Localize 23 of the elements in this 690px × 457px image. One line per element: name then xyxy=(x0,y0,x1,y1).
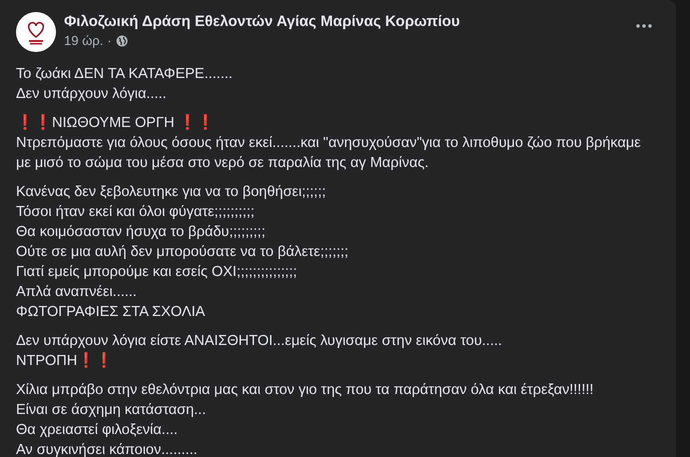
separator: · xyxy=(107,33,112,49)
post-text-line: ❗❗ΝΙΩΘΟΥΜΕ ΟΡΓΗ ❗❗ xyxy=(16,113,216,133)
post-text-line: Δεν υπάρχουν λόγια είστε ΑΝΑΙΣΘΗΤΟΙ...εμείς λυγισαμε στην εικόνα του..... xyxy=(16,332,504,351)
post-text-line: ΦΩΤΟΓΡΑΦΙΕΣ ΣΤΑ ΣΧΟΛΙΑ xyxy=(16,303,206,322)
post-text-line: ΝΤΡΟΠΗ❗❗ xyxy=(16,351,114,371)
post-text-line: Κανένας δεν ξεβολευτηκε για να το βοηθήσει;;;;;; xyxy=(16,183,327,202)
post-text-line: Το ζωάκι ΔΕΝ ΤΑ ΚΑΤΑΦΕΡΕ....... xyxy=(16,65,234,84)
post-text-line: Ντρεπόμαστε για όλους όσους ήταν εκεί.......και "ανησυχούσαν"για το λιποθυμο ζώο που βρήκαμε με μισό το σώμα του μέσα στο νερό σε παραλία της αγ Μαρίνας. xyxy=(16,134,642,173)
post-text-line: Τόσοι ήταν εκεί και όλοι φύγατε;;;;;;;;;; xyxy=(16,203,256,222)
globe-icon xyxy=(116,35,128,47)
post-text-line: Ούτε σε μια αυλή δεν μπορούσατε να το βάλετε;;;;;;; xyxy=(16,243,350,262)
logo-icon[interactable] xyxy=(16,12,56,52)
post-text-line: Θα χρειαστεί φιλοξενία.... xyxy=(16,421,179,440)
post-text-line: Αν συγκινήσει κάποιον......... xyxy=(16,441,198,457)
post-text-line: Δεν υπάρχουν λόγια..... xyxy=(16,85,168,104)
post-text-line: Γιατί εμείς μπορούμε και εσείς ΟΧΙ;;;;;;;;;;;;;;; xyxy=(16,263,298,282)
post-text-line: Θα κοιμόσασταν ήσυχα το βράδυ;;;;;;;;; xyxy=(16,223,266,242)
post-text-line: Είναι σε άσχημη κατάσταση... xyxy=(16,401,207,420)
post-text-line: Απλά αναπνέει...... xyxy=(16,283,138,302)
author-name[interactable]: Φιλοζωική Δράση Εθελοντών Αγίας Μαρίνας Κορωπίου xyxy=(64,12,636,32)
more-options-icon[interactable] xyxy=(636,24,652,28)
post-time[interactable]: 19 ώρ. xyxy=(64,33,104,49)
post-text-line: Χίλια μπράβο στην εθελόντρια μας και στον γιο της που τα παράτησαν όλα και έτρεξαν!!!!!! xyxy=(16,381,595,400)
